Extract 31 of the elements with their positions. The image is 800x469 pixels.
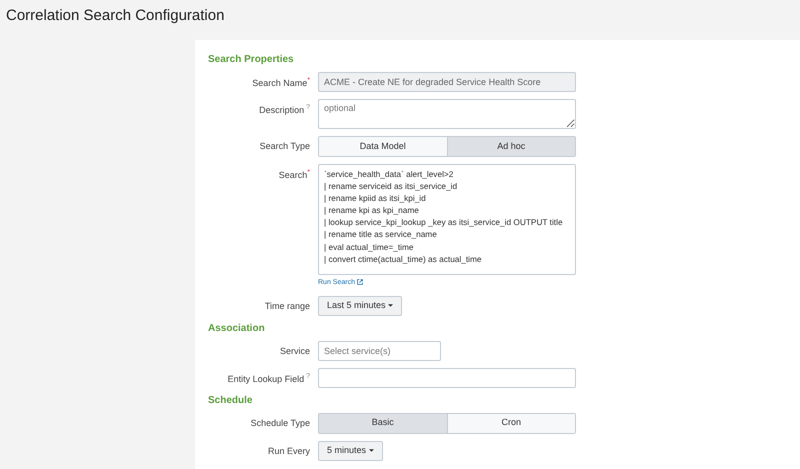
dropdown-button[interactable]: Last 5 minutes <box>318 296 402 316</box>
field-label: Entity Lookup Field <box>228 374 304 384</box>
field-label: Time range <box>264 300 310 310</box>
toggle-option[interactable]: Data Model <box>319 137 446 156</box>
description-field[interactable]: optional <box>318 99 576 129</box>
field-label: Search <box>278 170 308 180</box>
toggle-option[interactable]: Basic <box>319 414 446 432</box>
text-field[interactable]: Select service(s) <box>318 340 441 360</box>
required-mark: * <box>307 77 310 84</box>
text-field[interactable]: ACME - Create NE for degraded Service Health Score <box>318 72 576 92</box>
field-label: Search Name <box>252 78 308 88</box>
caret-icon <box>388 304 394 307</box>
section-heading: Schedule <box>208 394 254 406</box>
page-title: Correlation Search Configuration <box>5 6 226 26</box>
required-mark: * <box>307 169 310 176</box>
caret-icon <box>368 448 374 452</box>
help-mark: ? <box>305 372 310 380</box>
field-label: Run Every <box>268 446 310 456</box>
section-heading: Search Properties <box>208 54 295 66</box>
field-label: Service <box>280 346 310 356</box>
field-label: Search Type <box>260 141 310 151</box>
section-heading: Association <box>208 322 266 334</box>
field-label: Description <box>259 105 304 115</box>
toggle-option[interactable]: Ad hoc <box>446 137 575 156</box>
search-query-field[interactable]: `service_health_data` alert_level>2 | rename serviceid as itsi_service_id | rename kpiid as itsi_kpi_id | rename kpi as kpi_name | lookup service_kpi_lookup _key as itsi_service_id OUTPUT title | rename title as service_name | eval actual_time=_time | convert ctime(actual_time) as actual_time <box>318 164 576 275</box>
external-link-icon <box>356 279 363 286</box>
toggle-option[interactable]: Cron <box>446 414 575 432</box>
text-field[interactable] <box>318 368 576 388</box>
help-mark: ? <box>305 104 310 111</box>
dropdown-button[interactable]: 5 minutes <box>318 440 383 460</box>
field-label: Schedule Type <box>250 418 310 428</box>
